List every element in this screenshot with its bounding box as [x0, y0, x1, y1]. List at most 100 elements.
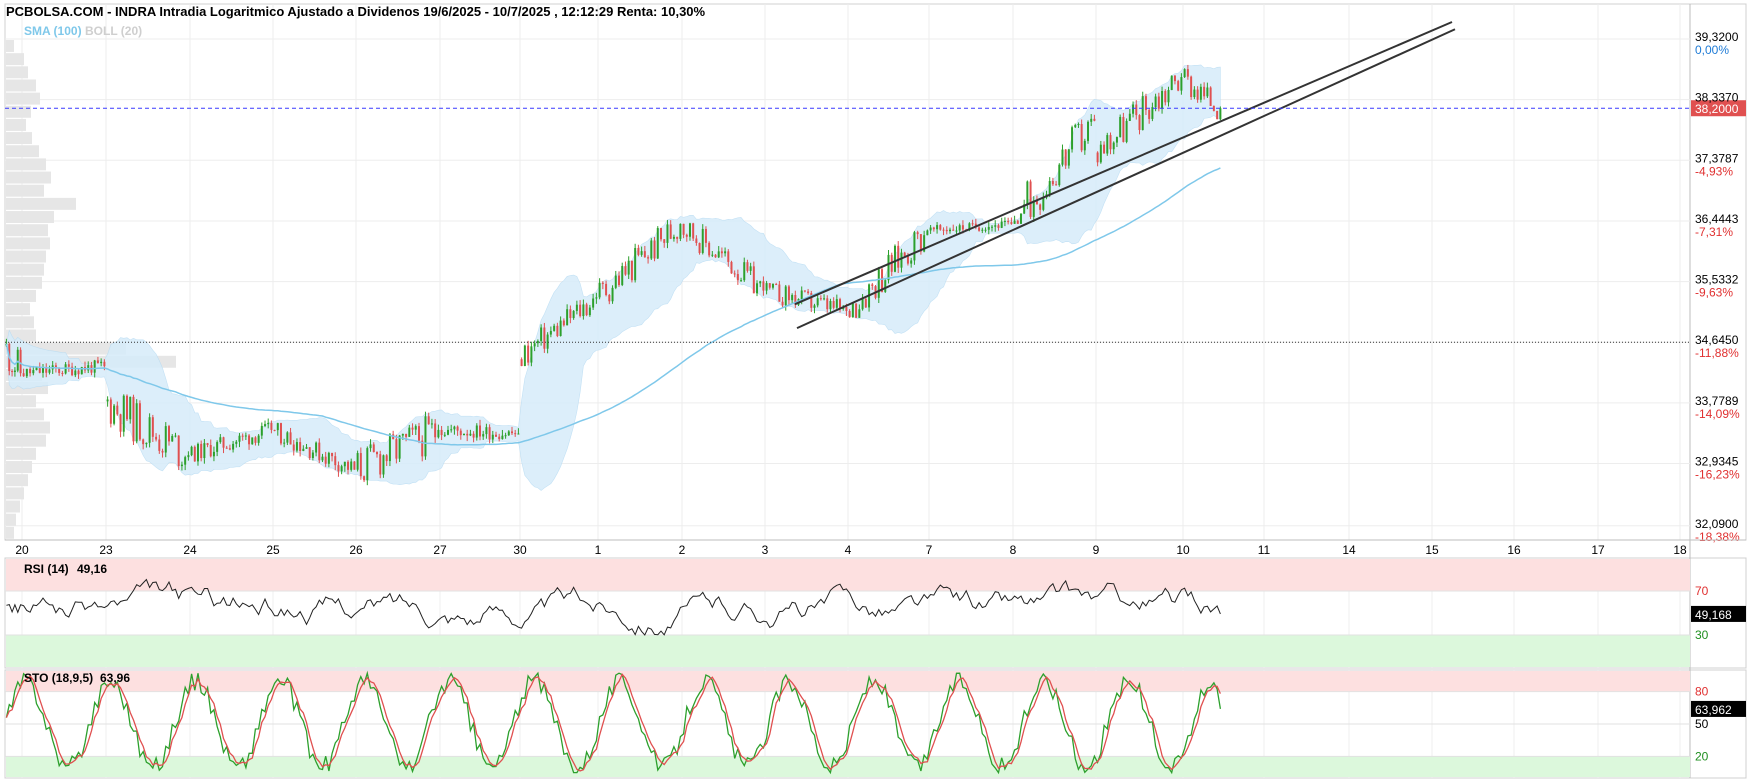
candle-body	[984, 229, 987, 231]
candle-body	[1042, 197, 1045, 210]
candle-body	[32, 370, 35, 374]
candle-body	[864, 298, 867, 308]
candle-body	[893, 245, 896, 272]
candle-body	[61, 372, 64, 374]
candle-body	[688, 223, 691, 237]
candle-body	[778, 284, 781, 302]
candle-body	[466, 433, 469, 436]
volume-profile-bar	[6, 118, 26, 131]
candle-body	[579, 304, 582, 317]
volume-profile-bar	[6, 487, 24, 500]
candle-body	[511, 431, 513, 434]
candle-body	[453, 426, 456, 430]
candle-body	[871, 284, 874, 287]
candle-body	[254, 437, 257, 443]
candle-body	[826, 298, 829, 310]
candle-body	[350, 461, 353, 470]
candle-body	[971, 223, 974, 225]
candle-body	[819, 298, 822, 300]
candle-body	[672, 236, 675, 239]
candle-body	[936, 225, 939, 230]
candle-body	[588, 307, 591, 316]
candle-body	[292, 444, 295, 451]
candle-body	[562, 320, 565, 326]
candle-body	[768, 283, 771, 288]
candle-body	[13, 370, 16, 372]
candle-body	[96, 360, 99, 364]
candle-body	[308, 447, 311, 458]
sto-current-value: 63,96	[100, 671, 130, 685]
oversold-zone	[6, 635, 1690, 667]
volume-profile-bar	[6, 145, 39, 158]
candle-body	[692, 223, 695, 239]
candle-body	[260, 425, 263, 436]
oversold-zone	[6, 756, 1690, 777]
candle-body	[1190, 76, 1193, 98]
candle-body	[787, 286, 790, 301]
volume-profile-bar	[6, 92, 40, 105]
candle-body	[663, 239, 666, 243]
candle-body	[1196, 89, 1199, 100]
candle-body	[472, 433, 475, 438]
volume-profile-bar	[6, 66, 28, 79]
candle-body	[321, 456, 324, 461]
candle-body	[1071, 127, 1074, 150]
candle-body	[187, 455, 190, 458]
candle-body	[106, 399, 109, 402]
candle-body	[311, 452, 314, 458]
candle-body	[832, 301, 835, 308]
candle-body	[1055, 184, 1058, 186]
candle-body	[356, 453, 359, 470]
candle-body	[1183, 69, 1186, 78]
y-tick-percent: -16,23%	[1695, 468, 1740, 482]
sto-title: STO (18,9,5)	[24, 671, 93, 685]
candle-body	[305, 447, 308, 449]
candle-body	[369, 444, 372, 449]
candle-body	[38, 367, 41, 373]
candle-body	[158, 439, 161, 451]
candle-body	[611, 287, 614, 302]
candle-body	[337, 465, 340, 472]
candle-body	[624, 266, 627, 275]
candle-body	[987, 226, 990, 230]
candle-body	[1161, 91, 1164, 109]
volume-profile-bar	[6, 316, 34, 329]
candle-body	[401, 433, 404, 436]
candle-body	[929, 227, 932, 231]
candle-body	[456, 426, 459, 431]
candle-body	[1058, 164, 1061, 186]
candle-body	[343, 461, 346, 467]
volume-profile-bar	[6, 500, 20, 513]
candle-body	[418, 426, 420, 441]
candle-body	[543, 327, 546, 349]
candle-body	[784, 286, 787, 306]
candle-body	[533, 343, 536, 347]
candle-body	[903, 252, 906, 257]
candle-body	[800, 290, 803, 300]
candle-body	[398, 435, 401, 459]
candle-body	[479, 425, 481, 437]
candle-body	[203, 443, 206, 459]
osc-level-label: 80	[1695, 685, 1709, 699]
volume-profile-bar	[6, 447, 36, 460]
candle-body	[276, 423, 279, 431]
volume-profile-bar	[6, 263, 44, 276]
x-tick-label: 18	[1673, 543, 1687, 557]
candle-body	[743, 262, 746, 281]
candle-body	[685, 234, 688, 237]
candle-body	[1016, 220, 1019, 224]
candle-body	[536, 340, 539, 344]
sma-legend[interactable]: SMA (100)	[24, 24, 82, 38]
volume-profile-bar	[6, 197, 76, 210]
x-tick-label: 8	[1010, 543, 1017, 557]
candle-body	[87, 365, 90, 371]
candle-body	[720, 251, 723, 254]
candle-body	[621, 266, 624, 285]
candle-body	[318, 442, 321, 461]
candle-body	[434, 423, 437, 438]
candle-body	[916, 232, 919, 235]
candle-body	[727, 251, 730, 262]
x-tick-label: 27	[433, 543, 447, 557]
candle-body	[1132, 104, 1135, 114]
boll-legend[interactable]: BOLL (20)	[85, 24, 142, 38]
